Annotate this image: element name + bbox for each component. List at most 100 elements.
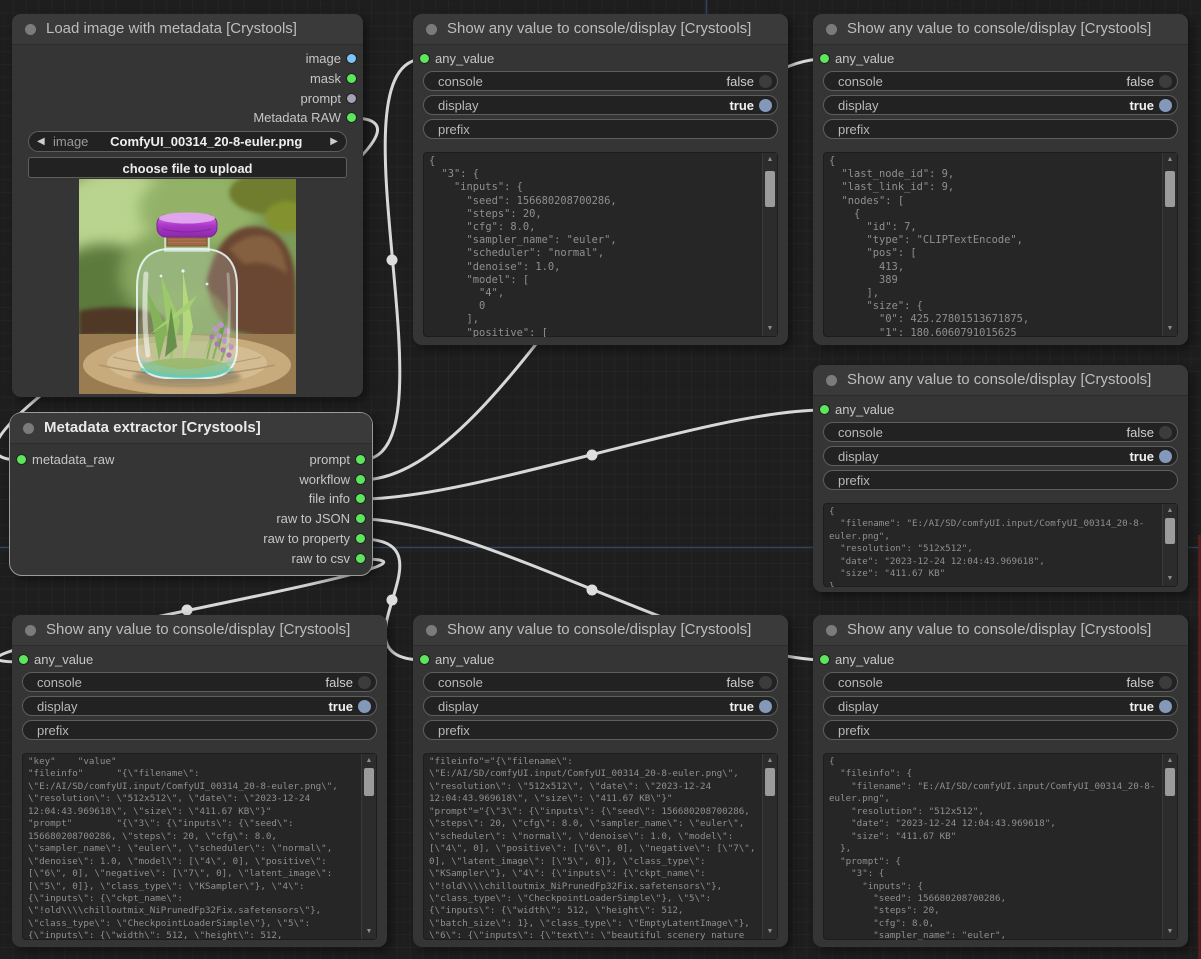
image-file-combo[interactable]: ◀ image ComfyUI_00314_20-8-euler.png ▶ [28, 131, 347, 152]
scroll-down-icon[interactable]: ▼ [1163, 926, 1177, 938]
input-port-any-value[interactable] [420, 54, 429, 63]
toggle-knob[interactable] [759, 700, 772, 713]
toggle-knob[interactable] [358, 676, 371, 689]
scroll-down-icon[interactable]: ▼ [763, 926, 777, 938]
scroll-down-icon[interactable]: ▼ [763, 323, 777, 335]
toggle-knob[interactable] [759, 99, 772, 112]
display-toggle[interactable]: display true [423, 696, 778, 716]
console-toggle[interactable]: console false [823, 71, 1178, 91]
value-display-box[interactable]: { "last_node_id": 9, "last_link_id": 9, … [823, 152, 1178, 337]
display-toggle[interactable]: display true [823, 95, 1178, 115]
node-show-raw-json[interactable]: Show any value to console/display [Cryst… [813, 615, 1188, 947]
console-toggle[interactable]: console false [823, 672, 1178, 692]
node-show-workflow[interactable]: Show any value to console/display [Cryst… [813, 14, 1188, 345]
output-port-raw-to-property[interactable] [356, 534, 365, 543]
collapse-dot[interactable] [25, 24, 36, 35]
toggle-knob[interactable] [759, 75, 772, 88]
node-title-bar[interactable]: Show any value to console/display [Cryst… [813, 14, 1188, 45]
node-show-prompt[interactable]: Show any value to console/display [Cryst… [413, 14, 788, 345]
display-toggle[interactable]: display true [823, 446, 1178, 466]
toggle-knob[interactable] [759, 676, 772, 689]
scroll-up-icon[interactable]: ▲ [763, 154, 777, 166]
prefix-input[interactable]: prefix [22, 720, 377, 740]
console-toggle[interactable]: console false [423, 672, 778, 692]
output-port-image[interactable] [347, 54, 356, 63]
input-port-any-value[interactable] [19, 655, 28, 664]
input-port-any-value[interactable] [820, 655, 829, 664]
display-toggle[interactable]: display true [22, 696, 377, 716]
scrollbar-thumb[interactable] [364, 768, 374, 796]
scrollbar-thumb[interactable] [765, 768, 775, 796]
collapse-dot[interactable] [426, 625, 437, 636]
prefix-input[interactable]: prefix [823, 720, 1178, 740]
comfyui-node-canvas[interactable]: { "colors": { "canvas_bg": "#1e1e1e", "n… [0, 0, 1201, 959]
scrollbar[interactable]: ▲ ▼ [762, 153, 777, 336]
node-title-bar[interactable]: Metadata extractor [Crystools] [10, 413, 372, 444]
scrollbar-thumb[interactable] [1165, 768, 1175, 796]
input-port-any-value[interactable] [820, 405, 829, 414]
combo-next-icon[interactable]: ▶ [324, 136, 338, 147]
choose-file-button[interactable]: choose file to upload [28, 157, 347, 178]
scrollbar[interactable]: ▲ ▼ [361, 754, 376, 939]
collapse-dot[interactable] [25, 625, 36, 636]
toggle-knob[interactable] [1159, 426, 1172, 439]
node-show-file-info[interactable]: Show any value to console/display [Cryst… [813, 365, 1188, 592]
node-load-image-with-metadata[interactable]: Load image with metadata [Crystools] ima… [12, 14, 363, 397]
scrollbar-thumb[interactable] [1165, 171, 1175, 207]
toggle-knob[interactable] [358, 700, 371, 713]
scroll-up-icon[interactable]: ▲ [763, 755, 777, 767]
prefix-input[interactable]: prefix [823, 119, 1178, 139]
console-toggle[interactable]: console false [423, 71, 778, 91]
display-toggle[interactable]: display true [823, 696, 1178, 716]
output-port-file-info[interactable] [356, 494, 365, 503]
console-toggle[interactable]: console false [823, 422, 1178, 442]
scrollbar[interactable]: ▲ ▼ [1162, 754, 1177, 939]
scroll-down-icon[interactable]: ▼ [1163, 573, 1177, 585]
scroll-up-icon[interactable]: ▲ [1163, 505, 1177, 517]
image-preview-jar[interactable] [79, 179, 296, 394]
node-title-bar[interactable]: Show any value to console/display [Cryst… [813, 365, 1188, 396]
toggle-knob[interactable] [1159, 99, 1172, 112]
output-port-raw-to-json[interactable] [356, 514, 365, 523]
node-show-raw-csv[interactable]: Show any value to console/display [Cryst… [12, 615, 387, 947]
output-port-raw-to-csv[interactable] [356, 554, 365, 563]
value-display-box[interactable]: "fileinfo"="{\"filename\": \"E:/AI/SD/co… [423, 753, 778, 940]
toggle-knob[interactable] [1159, 676, 1172, 689]
scroll-up-icon[interactable]: ▲ [362, 755, 376, 767]
scroll-up-icon[interactable]: ▲ [1163, 755, 1177, 767]
combo-prev-icon[interactable]: ◀ [37, 136, 51, 147]
collapse-dot[interactable] [826, 625, 837, 636]
input-port-any-value[interactable] [820, 54, 829, 63]
node-title-bar[interactable]: Load image with metadata [Crystools] [12, 14, 363, 45]
input-port-metadata-raw[interactable] [17, 455, 26, 464]
collapse-dot[interactable] [826, 375, 837, 386]
value-display-box[interactable]: { "filename": "E:/AI/SD/comfyUI.input/Co… [823, 503, 1178, 587]
scroll-up-icon[interactable]: ▲ [1163, 154, 1177, 166]
node-title-bar[interactable]: Show any value to console/display [Cryst… [413, 14, 788, 45]
console-toggle[interactable]: console false [22, 672, 377, 692]
output-port-workflow[interactable] [356, 475, 365, 484]
collapse-dot[interactable] [23, 423, 34, 434]
scrollbar[interactable]: ▲ ▼ [762, 754, 777, 939]
output-port-mask[interactable] [347, 74, 356, 83]
node-metadata-extractor[interactable]: Metadata extractor [Crystools] metadata_… [10, 413, 372, 575]
scroll-down-icon[interactable]: ▼ [1163, 323, 1177, 335]
output-port-prompt[interactable] [347, 94, 356, 103]
scrollbar-thumb[interactable] [1165, 518, 1175, 544]
node-title-bar[interactable]: Show any value to console/display [Cryst… [12, 615, 387, 646]
scrollbar[interactable]: ▲ ▼ [1162, 504, 1177, 586]
scrollbar-thumb[interactable] [765, 171, 775, 207]
node-title-bar[interactable]: Show any value to console/display [Cryst… [813, 615, 1188, 646]
prefix-input[interactable]: prefix [423, 119, 778, 139]
value-display-box[interactable]: "key" "value" "fileinfo" "{\"filename\":… [22, 753, 377, 940]
value-display-box[interactable]: { "3": { "inputs": { "seed": 15668020870… [423, 152, 778, 337]
output-port-prompt[interactable] [356, 455, 365, 464]
node-title-bar[interactable]: Show any value to console/display [Cryst… [413, 615, 788, 646]
output-port-metadata-raw[interactable] [347, 113, 356, 122]
value-display-box[interactable]: { "fileinfo": { "filename": "E:/AI/SD/co… [823, 753, 1178, 940]
toggle-knob[interactable] [1159, 75, 1172, 88]
toggle-knob[interactable] [1159, 450, 1172, 463]
prefix-input[interactable]: prefix [823, 470, 1178, 490]
prefix-input[interactable]: prefix [423, 720, 778, 740]
node-show-raw-property[interactable]: Show any value to console/display [Cryst… [413, 615, 788, 947]
